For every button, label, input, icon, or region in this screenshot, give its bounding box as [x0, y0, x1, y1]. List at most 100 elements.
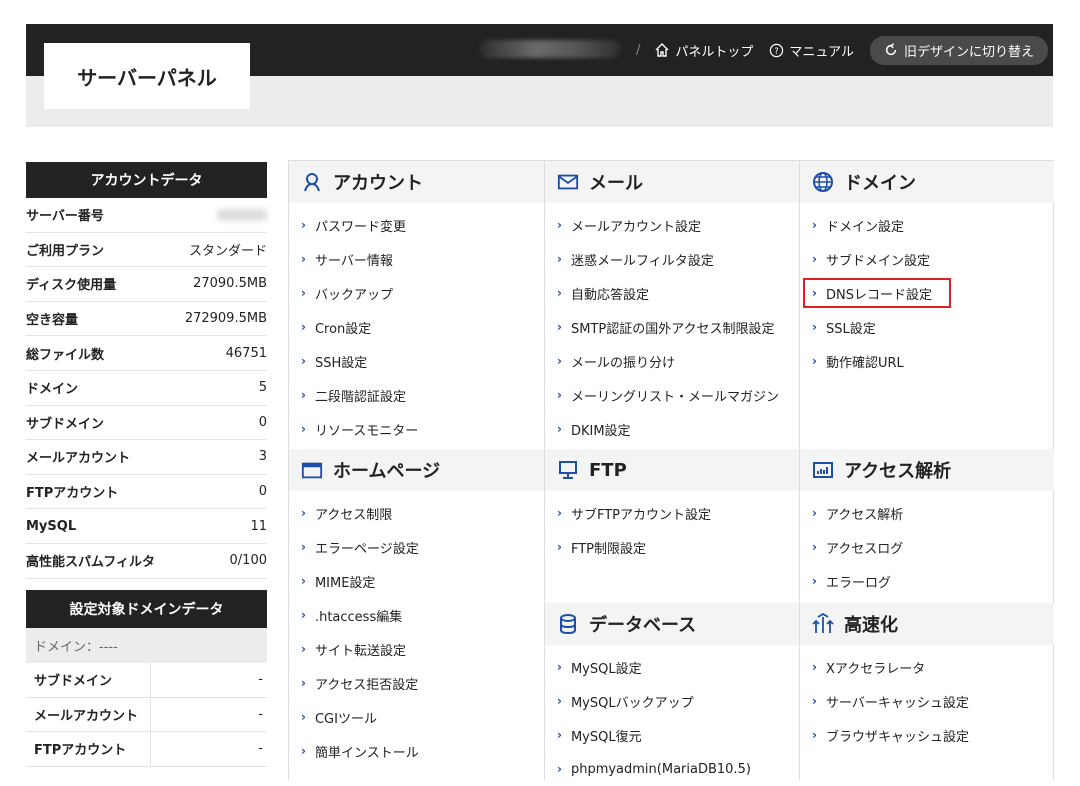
- account-row-ftp-accounts: FTPアカウント 0: [26, 475, 267, 510]
- menu-item-access-log[interactable]: › アクセスログ: [800, 530, 1054, 564]
- server-number-blurred: [217, 208, 267, 221]
- section-speed: 高速化 › Xアクセラレータ › サーバーキャッシュ設定 › ブラウザキャッシュ設定: [800, 603, 1054, 752]
- menu-item-mysql-settings[interactable]: › MySQL設定: [545, 650, 799, 684]
- menu-item-ssl[interactable]: › SSL設定: [800, 310, 1054, 344]
- menu-item-mime[interactable]: › MIME設定: [289, 564, 544, 598]
- old-design-button[interactable]: 旧デザインに切り替え: [870, 35, 1049, 65]
- menu-item-browser-cache[interactable]: › ブラウザキャッシュ設定: [800, 718, 1054, 752]
- row-label: サーバー番号: [26, 209, 104, 225]
- menu-item-mail-account[interactable]: › メールアカウント設定: [545, 208, 799, 242]
- menu-item-subdomain-settings[interactable]: › サブドメイン設定: [800, 242, 1054, 276]
- menu-item-dkim[interactable]: › DKIM設定: [545, 412, 799, 446]
- menu-item-label: 自動応答設定: [570, 287, 649, 303]
- menu-item-access-limit[interactable]: › アクセス制限: [289, 496, 544, 530]
- menu-item-site-redirect[interactable]: › サイト転送設定: [289, 632, 544, 666]
- menu-item-backup[interactable]: › バックアップ: [289, 276, 544, 310]
- menu-item-sub-ftp[interactable]: › サブFTPアカウント設定: [545, 496, 799, 530]
- row-label: サブドメイン: [26, 416, 105, 432]
- row-value: 3: [258, 449, 267, 465]
- row-value: 11: [250, 518, 267, 534]
- server-panel-logo[interactable]: サーバーパネル: [44, 43, 250, 109]
- account-data-panel: アカウントデータ サーバー番号 ご利用プラン スタンダード ディスク使用量 2709…: [26, 162, 267, 579]
- chevron-right-icon: ›: [301, 320, 306, 334]
- row-label: FTPアカウント: [34, 743, 127, 759]
- chevron-right-icon: ›: [557, 728, 562, 742]
- menu-item-password[interactable]: › パスワード変更: [289, 208, 544, 242]
- menu-item-smtp-restriction[interactable]: › SMTP認証の国外アクセス制限設定: [545, 310, 799, 344]
- row-value: -: [150, 732, 267, 766]
- menu-item-ftp-limit[interactable]: › FTP制限設定: [545, 530, 799, 564]
- chevron-right-icon: ›: [301, 642, 306, 656]
- highlight-box: [803, 278, 951, 308]
- chevron-right-icon: ›: [301, 252, 306, 266]
- menu-item-cron[interactable]: › Cron設定: [289, 310, 544, 344]
- chevron-right-icon: ›: [301, 744, 306, 758]
- section-title: 高速化: [844, 615, 898, 636]
- account-data-title: アカウントデータ: [26, 162, 267, 198]
- section-analytics: アクセス解析 › アクセス解析 › アクセスログ › エラーログ: [800, 449, 1054, 598]
- menu-item-mail-sorting[interactable]: › メールの振り分け: [545, 344, 799, 378]
- menu-item-mailing-list[interactable]: › メーリングリスト・メールマガジン: [545, 378, 799, 412]
- menu-item-mysql-backup[interactable]: › MySQLバックアップ: [545, 684, 799, 718]
- menu-item-cgi-tools[interactable]: › CGIツール: [289, 700, 544, 734]
- account-row-server-number: サーバー番号: [26, 198, 267, 233]
- menu-item-label: Xアクセラレータ: [825, 661, 926, 677]
- menu-grid: アカウント › パスワード変更 › サーバー情報 › バックアップ › Cron設定 ›…: [288, 160, 1054, 780]
- account-row-plan: ご利用プラン スタンダード: [26, 233, 267, 268]
- mail-icon: [557, 171, 579, 193]
- menu-item-label: 動作確認URL: [825, 355, 904, 371]
- domain-row-subdomain: サブドメイン -: [26, 663, 267, 698]
- menu-item-error-log[interactable]: › エラーログ: [800, 564, 1054, 598]
- section-domain: ドメイン › ドメイン設定 › サブドメイン設定 › DNSレコード設定 › SSL設定…: [800, 161, 1054, 378]
- section-homepage: ホームページ › アクセス制限 › エラーページ設定 › MIME設定 › .htacc…: [289, 449, 544, 768]
- menu-item-error-page[interactable]: › エラーページ設定: [289, 530, 544, 564]
- menu-item-auto-reply[interactable]: › 自動応答設定: [545, 276, 799, 310]
- menu-item-spam-filter[interactable]: › 迷惑メールフィルタ設定: [545, 242, 799, 276]
- menu-item-label: メールアカウント設定: [570, 219, 701, 235]
- account-row-spam-filter: 高性能スパムフィルタ 0/100: [26, 544, 267, 579]
- chevron-right-icon: ›: [301, 540, 306, 554]
- chevron-right-icon: ›: [557, 660, 562, 674]
- chevron-right-icon: ›: [301, 286, 306, 300]
- target-domain-title: 設定対象ドメインデータ: [26, 590, 267, 628]
- chevron-right-icon: ›: [557, 540, 562, 554]
- menu-item-label: CGIツール: [314, 711, 377, 727]
- menu-item-mysql-restore[interactable]: › MySQL復元: [545, 718, 799, 752]
- manual-link[interactable]: ? マニュアル: [769, 41, 854, 60]
- menu-item-server-info[interactable]: › サーバー情報: [289, 242, 544, 276]
- menu-item-dns-record[interactable]: › DNSレコード設定: [800, 276, 1054, 310]
- database-icon: [557, 613, 579, 635]
- account-row-free-space: 空き容量 272909.5MB: [26, 302, 267, 337]
- account-row-file-count: 総ファイル数 46751: [26, 336, 267, 371]
- menu-item-htaccess[interactable]: › .htaccess編集: [289, 598, 544, 632]
- menu-item-ssh[interactable]: › SSH設定: [289, 344, 544, 378]
- chevron-right-icon: ›: [557, 422, 562, 436]
- menu-item-x-accelerator[interactable]: › Xアクセラレータ: [800, 650, 1054, 684]
- menu-item-access-analytics[interactable]: › アクセス解析: [800, 496, 1054, 530]
- row-value: 0/100: [229, 553, 267, 569]
- chevron-right-icon: ›: [812, 728, 817, 742]
- panel-top-link[interactable]: パネルトップ: [654, 41, 753, 60]
- menu-item-easy-install[interactable]: › 簡単インストール: [289, 734, 544, 768]
- section-menu: › アクセス解析 › アクセスログ › エラーログ: [800, 491, 1054, 598]
- row-label: ディスク使用量: [26, 278, 117, 294]
- section-header: アクセス解析: [800, 449, 1054, 491]
- menu-item-label: アクセス制限: [314, 507, 393, 523]
- menu-item-domain-settings[interactable]: › ドメイン設定: [800, 208, 1054, 242]
- user-id-blurred: [480, 40, 620, 58]
- menu-item-test-url[interactable]: › 動作確認URL: [800, 344, 1054, 378]
- menu-item-resource-monitor[interactable]: › リソースモニター: [289, 412, 544, 446]
- domain-selector[interactable]: ドメイン：----: [26, 628, 267, 663]
- section-menu: › ドメイン設定 › サブドメイン設定 › DNSレコード設定 › SSL設定 › 動作確…: [800, 203, 1054, 378]
- menu-item-server-cache[interactable]: › サーバーキャッシュ設定: [800, 684, 1054, 718]
- manual-label: マニュアル: [789, 44, 855, 60]
- row-value: 0: [258, 484, 267, 500]
- monitor-icon: [557, 459, 579, 481]
- menu-item-phpmyadmin[interactable]: › phpmyadmin(MariaDB10.5): [545, 752, 799, 786]
- menu-item-access-deny[interactable]: › アクセス拒否設定: [289, 666, 544, 700]
- account-row-mysql: MySQL 11: [26, 509, 267, 544]
- menu-item-label: バックアップ: [314, 287, 393, 303]
- menu-item-label: MySQL復元: [570, 729, 642, 745]
- menu-item-label: SSH設定: [314, 355, 368, 371]
- menu-item-2fa[interactable]: › 二段階認証設定: [289, 378, 544, 412]
